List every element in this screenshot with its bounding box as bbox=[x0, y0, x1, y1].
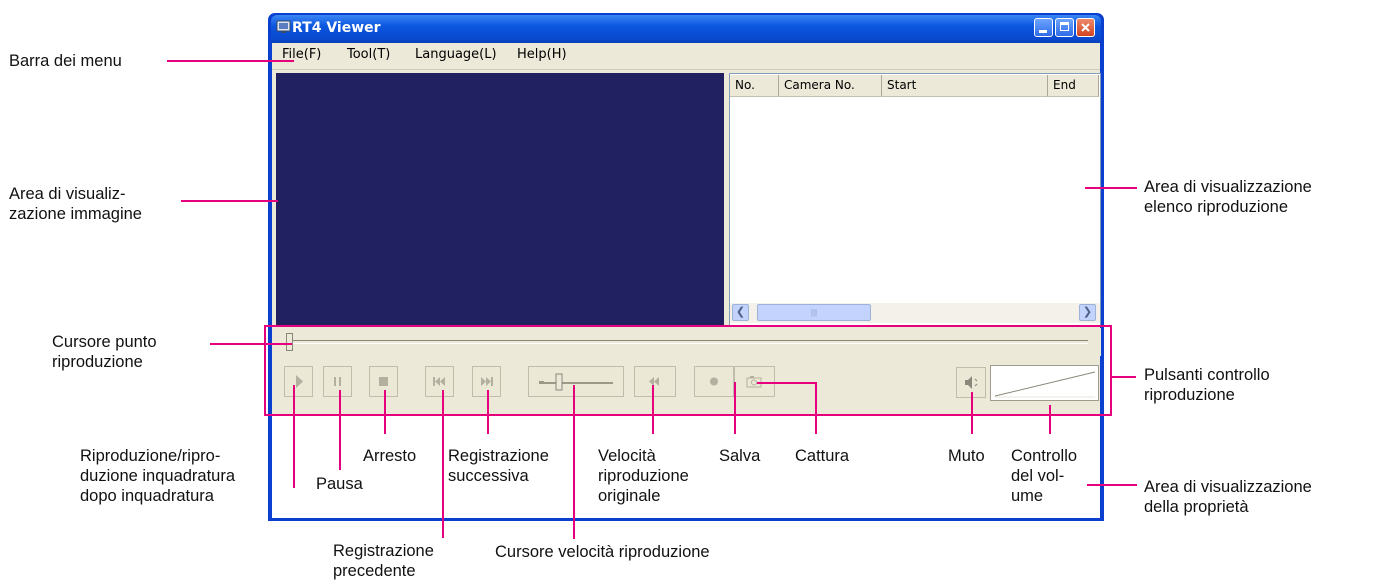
scroll-right-button[interactable]: ❯ bbox=[1079, 304, 1096, 321]
leader-capture-h bbox=[757, 382, 816, 384]
leader-volume bbox=[1049, 405, 1051, 434]
label-volume: Controllo del vol-ume bbox=[1011, 447, 1078, 505]
label-mute: Muto bbox=[948, 447, 985, 465]
label-pause: Pausa bbox=[316, 475, 363, 493]
label-original-speed: Velocità riproduzione originale bbox=[598, 447, 689, 505]
leader-capture-v bbox=[815, 382, 817, 434]
label-previous: Registrazione precedente bbox=[333, 542, 434, 580]
label-properties: Area di visualizzazione della proprietà bbox=[1144, 478, 1312, 516]
maximize-button[interactable] bbox=[1055, 18, 1074, 37]
leader-image-area bbox=[181, 200, 278, 202]
leader-playlist-area bbox=[1085, 187, 1137, 189]
label-image-area: Area di visualiz-zazione immagine bbox=[9, 185, 142, 223]
leader-seek bbox=[210, 343, 292, 345]
close-icon bbox=[1081, 23, 1090, 32]
close-button[interactable] bbox=[1076, 18, 1095, 37]
leader-mute bbox=[971, 392, 973, 434]
label-stop: Arresto bbox=[363, 447, 417, 465]
leader-speed-slider bbox=[573, 385, 575, 539]
leader-save bbox=[734, 382, 736, 434]
scroll-thumb[interactable]: ||| bbox=[757, 304, 871, 321]
label-controls: Pulsanti controllo riproduzione bbox=[1144, 366, 1270, 404]
leader-properties bbox=[1087, 484, 1137, 486]
leader-play bbox=[293, 385, 295, 488]
label-next: Registrazione successiva bbox=[448, 447, 549, 485]
column-end[interactable]: End bbox=[1048, 75, 1099, 97]
controls-callout-frame bbox=[264, 325, 1112, 416]
image-display-area bbox=[276, 73, 724, 326]
column-camera-no[interactable]: Camera No. bbox=[779, 75, 882, 97]
menu-bar bbox=[272, 43, 1100, 70]
leader-next bbox=[487, 390, 489, 434]
label-save: Salva bbox=[719, 447, 761, 465]
menu-tool[interactable]: Tool(T) bbox=[347, 47, 390, 62]
leader-pause bbox=[339, 390, 341, 470]
label-play: Riproduzione/ripro-duzione inquadratura d… bbox=[80, 447, 236, 505]
label-menu-bar: Barra dei menu bbox=[9, 52, 122, 70]
menu-language[interactable]: Language(L) bbox=[415, 47, 497, 62]
label-seek-slider: Cursore punto riproduzione bbox=[52, 333, 157, 371]
leader-controls bbox=[1112, 376, 1136, 378]
leader-previous bbox=[442, 390, 444, 538]
column-start[interactable]: Start bbox=[882, 75, 1048, 97]
label-playlist-area: Area di visualizzazione elenco riproduzio… bbox=[1144, 178, 1312, 216]
column-no[interactable]: No. bbox=[730, 75, 779, 97]
app-icon bbox=[276, 20, 291, 33]
label-speed-slider: Cursore velocità riproduzione bbox=[495, 543, 710, 561]
scroll-left-button[interactable]: ❮ bbox=[732, 304, 749, 321]
leader-original-speed bbox=[652, 385, 654, 434]
window-title: RT4 Viewer bbox=[292, 20, 381, 36]
leader-menu-bar bbox=[167, 60, 294, 62]
leader-stop bbox=[384, 390, 386, 434]
playback-list[interactable] bbox=[729, 73, 1101, 326]
menu-help[interactable]: Help(H) bbox=[517, 47, 567, 62]
minimize-button[interactable] bbox=[1034, 18, 1053, 37]
label-capture: Cattura bbox=[795, 447, 850, 465]
title-bar[interactable] bbox=[271, 15, 1101, 43]
